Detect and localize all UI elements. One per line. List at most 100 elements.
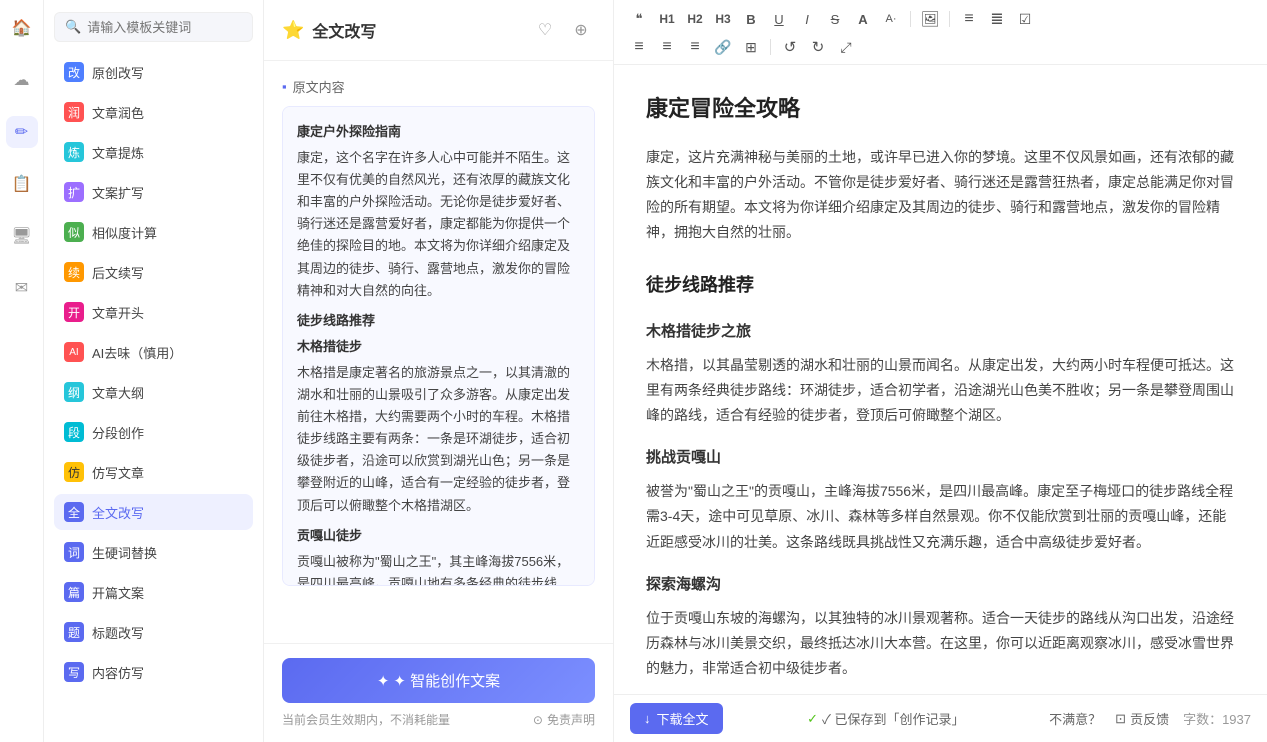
tb-bold[interactable]: B (738, 6, 764, 32)
sidebar-icon-article-outline: 纲 (64, 382, 84, 402)
sidebar-icon-similarity-calc: 似 (64, 222, 84, 242)
sidebar-item-original-creation[interactable]: 改 原创改写 (54, 54, 253, 90)
editor-para-hailuo: 位于贡嘎山东坡的海螺沟，以其独特的冰川景观著称。适合一天徒步的路线从沟口出发，沿… (646, 606, 1235, 682)
tb-task-list[interactable]: ☑ (1012, 6, 1038, 32)
sidebar-icon-original-creation: 改 (64, 62, 84, 82)
sidebar-label-article-outline: 文章大纲 (92, 383, 144, 402)
tb-font-color[interactable]: A (850, 6, 876, 32)
sidebar-item-opening-copy[interactable]: 篇 开篇文案 (54, 574, 253, 610)
word-count: 字数：1937 (1183, 709, 1251, 728)
sidebar-item-article-polish[interactable]: 润 文章润色 (54, 94, 253, 130)
sidebar-label-content-imitate: 内容仿写 (92, 663, 144, 682)
tb-link[interactable]: 🔗 (710, 34, 736, 60)
original-text-box[interactable]: 康定户外探险指南 康定，这个名字在许多人心中可能并不陌生。这里不仅有优美的自然风… (282, 106, 595, 586)
download-button[interactable]: ↓ 下载全文 (630, 703, 723, 734)
favorite-btn[interactable]: ♡ (531, 16, 559, 44)
nav-monitor[interactable]: 🖥 (6, 220, 38, 252)
tb-align-left[interactable]: ≡ (626, 34, 652, 60)
tb-underline[interactable]: U (766, 6, 792, 32)
sidebar-icon-content-imitate: 写 (64, 662, 84, 682)
sidebar-icon-copywriting-expand: 扩 (64, 182, 84, 202)
sidebar-item-content-imitate[interactable]: 写 内容仿写 (54, 654, 253, 690)
editor-section-hiking: 徒步线路推荐 (646, 269, 1235, 301)
nav-mail[interactable]: ✉ (6, 272, 38, 304)
original-text-title: 康定户外探险指南 (297, 121, 580, 143)
saved-text: ✓ 已保存到「创作记录」 (822, 709, 965, 728)
tb-fullscreen[interactable]: ⤢ (833, 34, 859, 60)
original-text-h-mugecuo: 木格措徒步 (297, 336, 580, 358)
sidebar-label-copywriting-expand: 文案扩写 (92, 183, 144, 202)
create-btn-icon: ✦ (377, 672, 390, 690)
tb-bg-color[interactable]: A· (878, 6, 904, 32)
sidebar-item-segment-creation[interactable]: 段 分段创作 (54, 414, 253, 450)
tb-ordered-list[interactable]: ≡ (956, 6, 982, 32)
editor-content[interactable]: 康定冒险全攻略 康定，这片充满神秘与美丽的土地，或许早已进入你的梦境。这里不仅风… (614, 65, 1267, 694)
sidebar-item-title-rewrite[interactable]: 题 标题改写 (54, 614, 253, 650)
toolbar-row-2: ≡ ≡ ≡ 🔗 ⊞ ↺ ↻ ⤢ (626, 34, 1255, 60)
search-icon: 🔍 (65, 19, 81, 35)
tb-h1[interactable]: H1 (654, 6, 680, 32)
tb-italic[interactable]: I (794, 6, 820, 32)
close-btn[interactable]: ⊕ (567, 16, 595, 44)
sidebar-label-word-replace: 生硬词替换 (92, 543, 157, 562)
sidebar-item-article-opening[interactable]: 开 文章开头 (54, 294, 253, 330)
unsatisfied-btn[interactable]: 不满意？ (1049, 709, 1101, 728)
sidebar-item-imitation[interactable]: 仿 仿写文章 (54, 454, 253, 490)
tb-redo[interactable]: ↻ (805, 34, 831, 60)
tb-image[interactable]: 🖼 (917, 6, 943, 32)
panel-footer-meta: 当前会员生效期内，不消耗能量 ⊙ 免责声明 (282, 711, 595, 728)
sidebar-icon-title-rewrite: 题 (64, 622, 84, 642)
sidebar-item-word-replace[interactable]: 词 生硬词替换 (54, 534, 253, 570)
search-input[interactable] (87, 20, 263, 35)
sidebar-label-article-refine: 文章提炼 (92, 143, 144, 162)
sidebar-label-article-polish: 文章润色 (92, 103, 144, 122)
sidebar-item-copywriting-expand[interactable]: 扩 文案扩写 (54, 174, 253, 210)
sidebar-icon-imitation: 仿 (64, 462, 84, 482)
sidebar-item-similarity-calc[interactable]: 似 相似度计算 (54, 214, 253, 250)
tb-strikethrough[interactable]: S (822, 6, 848, 32)
right-panel: ❝ H1 H2 H3 B U I S A A· 🖼 ≡ ≣ ☑ ≡ ≡ ≡ 🔗 … (614, 0, 1267, 742)
original-text-para-3: 贡嘎山被称为"蜀山之王"，其主峰海拔7556米，是四川最高峰。贡嘎山地有多条经典… (297, 551, 580, 586)
nav-book[interactable]: 📋 (6, 168, 38, 200)
tb-quote[interactable]: ❝ (626, 6, 652, 32)
nav-cloud[interactable]: ☁ (6, 64, 38, 96)
sidebar-item-article-outline[interactable]: 纲 文章大纲 (54, 374, 253, 410)
sidebar-item-article-refine[interactable]: 炼 文章提炼 (54, 134, 253, 170)
editor-para-gongga: 被誉为"蜀山之王"的贡嘎山，主峰海拔7556米，是四川最高峰。康定至子梅垭口的徒… (646, 479, 1235, 555)
tb-align-right[interactable]: ≡ (682, 34, 708, 60)
editor-title: 康定冒险全攻略 (646, 89, 1235, 129)
original-text-h-gongga: 贡嘎山徒步 (297, 525, 580, 547)
panel-title: ⭐ 全文改写 (282, 18, 376, 42)
sidebar-item-full-rewrite[interactable]: 全 全文改写 (54, 494, 253, 530)
nav-edit[interactable]: ✏ (6, 116, 38, 148)
create-button[interactable]: ✦ ✦ 智能创作文案 (282, 658, 595, 703)
feedback-label: 贡反馈 (1130, 709, 1169, 728)
tb-undo[interactable]: ↺ (777, 34, 803, 60)
tb-table[interactable]: ⊞ (738, 34, 764, 60)
nav-home[interactable]: 🏠 (6, 12, 38, 44)
tb-unordered-list[interactable]: ≣ (984, 6, 1010, 32)
nav-icon-bar: 🏠 ☁ ✏ 📋 🖥 ✉ (0, 0, 44, 742)
sidebar-item-ai-flavor[interactable]: AI AI去味（慎用） (54, 334, 253, 370)
sidebar-icon-opening-copy: 篇 (64, 582, 84, 602)
sidebar: 🔍 ✕ 改 原创改写 润 文章润色 炼 文章提炼 扩 文案扩写 似 相似度计算 … (44, 0, 264, 742)
tb-h2[interactable]: H2 (682, 6, 708, 32)
tb-align-center[interactable]: ≡ (654, 34, 680, 60)
editor-intro: 康定，这片充满神秘与美丽的土地，或许早已进入你的梦境。这里不仅风景如画，还有浓郁… (646, 145, 1235, 246)
panel-header-actions: ♡ ⊕ (531, 16, 595, 44)
sidebar-icon-full-rewrite: 全 (64, 502, 84, 522)
footer-right: 不满意？ ⊡ 贡反馈 字数：1937 (1049, 709, 1251, 728)
search-box[interactable]: 🔍 ✕ (54, 12, 253, 42)
sidebar-icon-article-polish: 润 (64, 102, 84, 122)
sidebar-item-continuation[interactable]: 续 后文续写 (54, 254, 253, 290)
feedback-btn[interactable]: ⊡ 贡反馈 (1115, 709, 1169, 728)
sidebar-label-full-rewrite: 全文改写 (92, 503, 144, 522)
editor-sub-mugecuo: 木格措徒步之旅 (646, 318, 1235, 345)
editor-sub-gongga: 挑战贡嘎山 (646, 444, 1235, 471)
sidebar-icon-article-opening: 开 (64, 302, 84, 322)
feedback-icon: ⊡ (1115, 711, 1126, 727)
energy-info: 当前会员生效期内，不消耗能量 (282, 711, 450, 728)
saved-status: ✓ ✓ 已保存到「创作记录」 (807, 709, 964, 728)
toolbar-row-1: ❝ H1 H2 H3 B U I S A A· 🖼 ≡ ≣ ☑ (626, 6, 1255, 32)
tb-h3[interactable]: H3 (710, 6, 736, 32)
